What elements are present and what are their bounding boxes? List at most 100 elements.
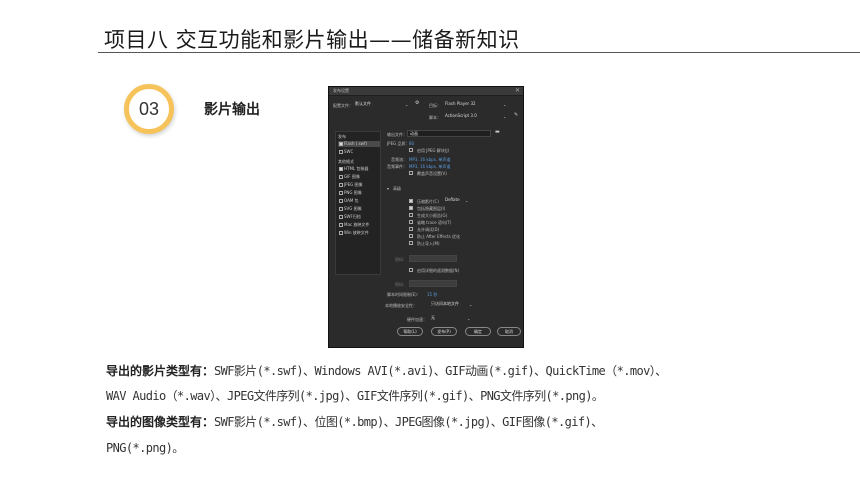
sidebar-item-oam[interactable]: OAM 包 [338,198,380,204]
sidebar-item-swc[interactable]: SWC [338,149,380,155]
sidebar-item-jpeg[interactable]: JPEG 图像 [338,182,380,188]
checkbox[interactable] [339,167,343,171]
checkbox[interactable] [409,171,413,175]
checkbox[interactable] [339,175,343,179]
sidebar-item-svg[interactable]: SVG 图像 [338,206,380,212]
override-sound-label: 覆盖声音设置(V) [417,171,447,176]
checkbox[interactable] [339,215,343,219]
profile-select[interactable]: 默认文件 [353,101,409,108]
image-types-label: 导出的图像类型有： [106,415,215,429]
audio-stream-value[interactable]: MP3, 16 kbps, 单声道 [409,157,450,163]
checkbox[interactable] [409,220,413,224]
image-types-text: SWF影片(*.swf)、位图(*.bmp)、JPEG图像(*.jpg)、GIF… [214,415,603,429]
hardware-accel-select[interactable]: 无 [429,315,471,322]
movie-types-text: SWF影片(*.swf)、Windows AVI(*.avi)、GIF动画(*.… [214,364,667,378]
checkbox[interactable] [409,227,413,231]
publish-settings-dialog: 发布设置 ✕ 配置文件： 默认文件 ⌄ ⚙ 目标： Flash Player 3… [328,86,524,348]
chevron-down-icon[interactable]: ⌄ [405,102,408,107]
dialog-title: 发布设置 [333,88,349,93]
checkbox[interactable] [409,148,413,152]
close-icon[interactable]: ✕ [515,87,520,94]
sidebar-item-html[interactable]: HTML 包装器 [338,166,380,172]
target-select[interactable]: Flash Player 32 [443,101,509,108]
sidebar-item-label: HTML 包装器 [344,166,369,171]
checkbox[interactable] [339,183,343,187]
chevron-down-icon[interactable]: ⌄ [465,198,468,203]
advanced-option-label: 省略 trace 语句(T) [417,220,452,225]
image-types-line-2: PNG(*.png)。 [106,441,184,455]
advanced-option-label: 防止 After Effects 优化 [417,234,461,239]
checkbox[interactable] [409,234,413,238]
script-time-label: 脚本时间限制(E)： [387,292,421,297]
telemetry-password-input[interactable] [409,280,457,287]
publish-button[interactable]: 发布(P) [431,327,457,336]
jpeg-quality-value[interactable]: 80 [409,141,414,146]
advanced-toggle-icon[interactable]: ▾ [387,186,389,191]
wrench-icon[interactable]: ✎ [514,112,518,118]
cancel-button[interactable]: 取消 [497,327,521,336]
sidebar-item-win-projector[interactable]: Win 放映文件 [338,230,380,236]
checkbox[interactable] [339,199,343,203]
checkbox[interactable] [339,191,343,195]
sidebar-item-label: Win 放映文件 [344,230,369,235]
chevron-down-icon[interactable]: ⌄ [503,114,506,119]
page-title: 项目八 交互功能和影片输出——储备新知识 [104,28,520,52]
checkbox[interactable] [409,213,413,217]
hardware-accel-label: 硬件加速： [407,317,427,322]
checkbox[interactable] [409,268,413,272]
script-time-value[interactable]: 15 秒 [427,292,437,298]
ok-button[interactable]: 确定 [465,327,491,336]
sidebar-item-label: Flash (.swf) [344,141,367,146]
password-label: 密码： [395,257,407,262]
sidebar-item-label: SWC [344,149,354,154]
chevron-down-icon[interactable]: ⌄ [467,316,470,321]
sidebar-item-label: Mac 放映文件 [344,222,370,227]
script-select[interactable]: ActionScript 3.0 [443,113,509,120]
sidebar-heading-other: 其他格式 [338,159,354,164]
checkbox[interactable] [409,206,413,210]
password-input[interactable] [409,255,457,262]
advanced-option-label: 允许调试(D) [417,227,440,232]
local-security-label: 本地播放安全性： [385,303,417,308]
enable-jpeg-deblocking-label: 启用 JPEG 解块(J) [417,148,450,153]
checkbox[interactable] [339,142,343,146]
advanced-heading[interactable]: 高级 [393,186,401,192]
checkbox[interactable] [339,150,343,154]
sidebar-heading-publish: 发布 [338,134,346,139]
output-file-input[interactable]: 动画 [407,130,491,137]
section-number: 03 [138,98,160,119]
checkbox[interactable] [339,231,343,235]
sidebar-item-swf-archive[interactable]: SWF归档 [338,214,380,220]
audio-event-value[interactable]: MP3, 16 kbps, 单声道 [409,164,450,170]
folder-icon[interactable]: ▬ [495,129,500,135]
script-label: 脚本： [429,115,441,120]
checkbox[interactable] [409,199,413,203]
chevron-down-icon[interactable]: ⌄ [469,302,472,307]
format-sidebar: 发布 Flash (.swf) SWC 其他格式 HTML 包装器 GIF 图像… [335,131,381,275]
checkbox[interactable] [339,207,343,211]
checkbox[interactable] [339,223,343,227]
title-underline [98,52,860,53]
sidebar-item-label: SVG 图像 [344,206,362,211]
image-types-line-1: 导出的图像类型有：SWF影片(*.swf)、位图(*.bmp)、JPEG图像(*… [106,413,603,430]
sidebar-item-gif[interactable]: GIF 图像 [338,174,380,180]
chevron-down-icon[interactable]: ⌄ [503,102,506,107]
checkbox[interactable] [409,241,413,245]
sidebar-item-png[interactable]: PNG 图像 [338,190,380,196]
sidebar-item-label: JPEG 图像 [344,182,363,187]
advanced-option-label: 防止导入(M) [417,241,440,246]
local-security-select[interactable]: 只访问本地文件 [429,301,473,308]
advanced-option-label: 压缩影片(C) [417,199,439,204]
advanced-option-label: 生成大小报告(G) [417,213,448,218]
audio-stream-label: 音频流： [391,157,407,162]
sidebar-item-flash[interactable]: Flash (.swf) [338,141,380,147]
advanced-option-label: 包括隐藏图层(I) [417,206,446,211]
sidebar-item-label: OAM 包 [344,198,359,203]
password2-label: 密码： [395,282,407,287]
movie-types-label: 导出的影片类型有： [106,364,215,378]
help-button[interactable]: 帮助(L) [397,327,423,336]
settings-gear-icon[interactable]: ⚙ [415,100,419,106]
section-number-badge: 03 [124,84,174,134]
profile-label: 配置文件： [333,103,353,108]
sidebar-item-mac-projector[interactable]: Mac 放映文件 [338,222,380,228]
